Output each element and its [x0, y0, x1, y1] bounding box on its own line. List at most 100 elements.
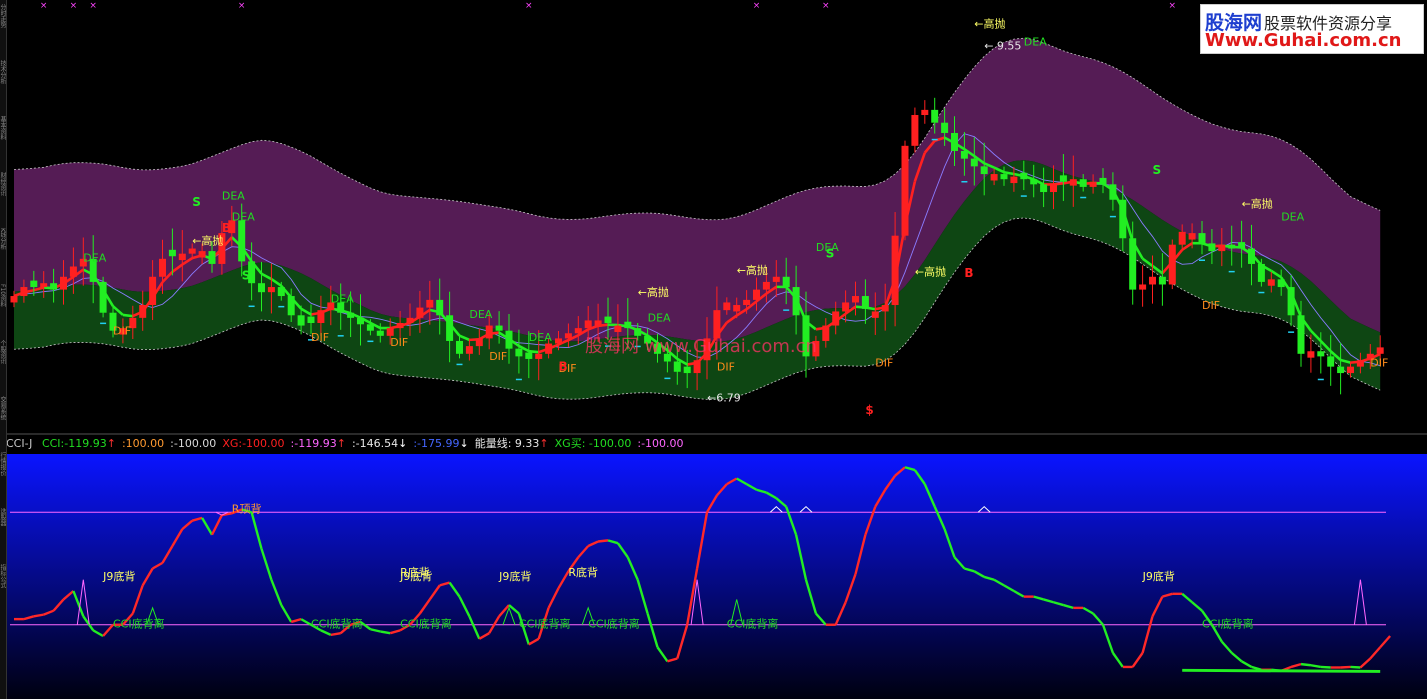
cci-annotation: J9底背 — [102, 569, 135, 583]
trend-line-segment — [122, 313, 133, 318]
cci-annotation: R顶背 — [232, 501, 262, 515]
indicator-value: :-119.93↑ — [291, 437, 346, 450]
cci-annotation: CCI底背离 — [727, 617, 779, 631]
side-tab[interactable]: 技术分析 — [0, 60, 6, 112]
candle-body — [446, 315, 454, 341]
indicator-value: :-175.99↓ — [413, 437, 468, 450]
candle-body — [1228, 244, 1236, 249]
indicator-value-text: XG:-100.00 — [222, 437, 285, 450]
indicator-arrow-icon: ↑ — [336, 437, 346, 450]
candle-body — [1327, 356, 1335, 367]
price-annotation: S — [192, 195, 201, 209]
price-annotation: ←高抛 — [974, 17, 1005, 31]
candle-body — [1139, 284, 1147, 290]
candle-body — [1030, 179, 1038, 185]
candle-body — [396, 322, 404, 329]
side-tab[interactable]: 分时走势 — [0, 4, 6, 56]
candle-body — [555, 338, 562, 344]
candle-body — [594, 320, 602, 327]
candle-body — [1337, 366, 1345, 374]
candle-body — [515, 348, 523, 357]
candle-body — [871, 311, 879, 318]
indicator-value: :-100.00 — [170, 437, 216, 450]
cci-line-segment — [1340, 665, 1351, 669]
price-annotation: DEA — [469, 308, 492, 321]
side-tab[interactable]: F10资料 — [0, 284, 6, 336]
candle-body — [990, 174, 998, 181]
candle-body — [1277, 279, 1285, 288]
side-tab[interactable]: 个股资讯 — [0, 340, 6, 392]
price-annotation: ← 9.55 — [984, 40, 1021, 53]
candle-body — [535, 353, 543, 359]
candle-body — [40, 283, 48, 288]
candle-body — [525, 352, 533, 359]
candle-body — [693, 360, 701, 374]
candle-body — [832, 311, 840, 326]
watermark: 股海网 www.Guhai.com.cn — [585, 336, 817, 357]
candle-body — [1129, 238, 1137, 290]
candle-body — [258, 283, 265, 293]
top-marker: × — [70, 1, 78, 11]
price-annotation: DIF — [390, 336, 408, 349]
candle-body — [1020, 172, 1028, 180]
candle-body — [317, 310, 325, 323]
price-annotation: DIF — [489, 350, 507, 363]
indicator-value: CCI:-119.93↑ — [42, 437, 116, 450]
top-marker: × — [1169, 1, 1177, 11]
price-annotation: S — [826, 247, 835, 261]
price-annotation: DIF — [311, 331, 329, 344]
candle-body — [624, 321, 632, 329]
cci-line-segment — [1300, 662, 1312, 667]
candle-body — [168, 249, 176, 257]
candle-body — [60, 276, 67, 290]
indicator-value-text: :100.00 — [121, 437, 165, 450]
candle-body — [188, 248, 196, 254]
price-annotation: DEA — [1024, 36, 1047, 49]
candle-body — [485, 325, 493, 339]
side-tab[interactable]: 基本资料 — [0, 116, 6, 168]
cci-line-segment — [33, 613, 44, 618]
cci-annotation: CCI底背离 — [1202, 617, 1254, 631]
candle-body — [30, 280, 38, 288]
candle-body — [1307, 351, 1315, 358]
side-tab[interactable]: K线分析 — [0, 228, 6, 280]
candle-body — [1000, 174, 1008, 180]
cci-chart[interactable]: R顶背J9底背 J9底背 J9底背 J9底背R底背 R底背CCI底背离 CCI底背离 CCI… — [0, 454, 1427, 699]
price-annotation: B — [559, 359, 568, 373]
price-annotation: ←高抛 — [192, 234, 223, 248]
side-tab[interactable]: 行情报价 — [0, 452, 6, 504]
indicator-header: CCI-J CCI:-119.93↑ :100.00 :-100.00 XG:-100… — [6, 436, 1006, 452]
indicator-name: CCI-J — [6, 437, 33, 450]
indicator-value: :-100.00 — [637, 437, 683, 450]
cci-annotation: R底背 — [568, 565, 598, 579]
candle-body — [792, 287, 800, 316]
candle-body — [1248, 248, 1255, 264]
side-tab[interactable]: 指标公式 — [0, 564, 6, 616]
side-tab[interactable]: 交易系统 — [0, 396, 6, 448]
price-annotation: ←高抛 — [1242, 196, 1273, 210]
candle-body — [149, 276, 157, 306]
candle-body — [1059, 175, 1067, 182]
side-tab[interactable]: 选股器 — [0, 508, 6, 560]
side-tab[interactable]: 财经资讯 — [0, 172, 6, 224]
candle-body — [1079, 179, 1087, 187]
candle-body — [842, 302, 850, 312]
candle-body — [564, 333, 572, 339]
price-annotation: DEA — [331, 292, 354, 305]
candle-body — [456, 340, 463, 354]
side-tab-strip: 分时走势技术分析基本资料财经资讯 K线分析 F10资料个股资讯交易系统行情报价选股器… — [0, 0, 7, 699]
candle-body — [960, 150, 968, 159]
cci-line-segment — [380, 630, 391, 635]
candle-body — [1050, 184, 1057, 193]
candle-body — [287, 296, 295, 316]
main-chart[interactable]: × × × × × × × × ←高抛 ←高抛 ←高抛 ←高抛 ←高抛 ←高抛 ← 9.55 ←6.79 DEA… — [0, 0, 1427, 435]
cci-annotation: CCI底背离 — [519, 617, 571, 631]
indicator-value-text: :-175.99 — [413, 437, 460, 450]
candle-body — [1198, 233, 1206, 244]
indicator-value-text: 能量线: 9.33 — [474, 437, 540, 450]
candle-body — [1208, 243, 1216, 252]
candle-body — [267, 287, 275, 293]
price-annotation: DEA — [232, 210, 255, 223]
candle-body — [505, 330, 513, 349]
candle-body — [178, 253, 186, 261]
